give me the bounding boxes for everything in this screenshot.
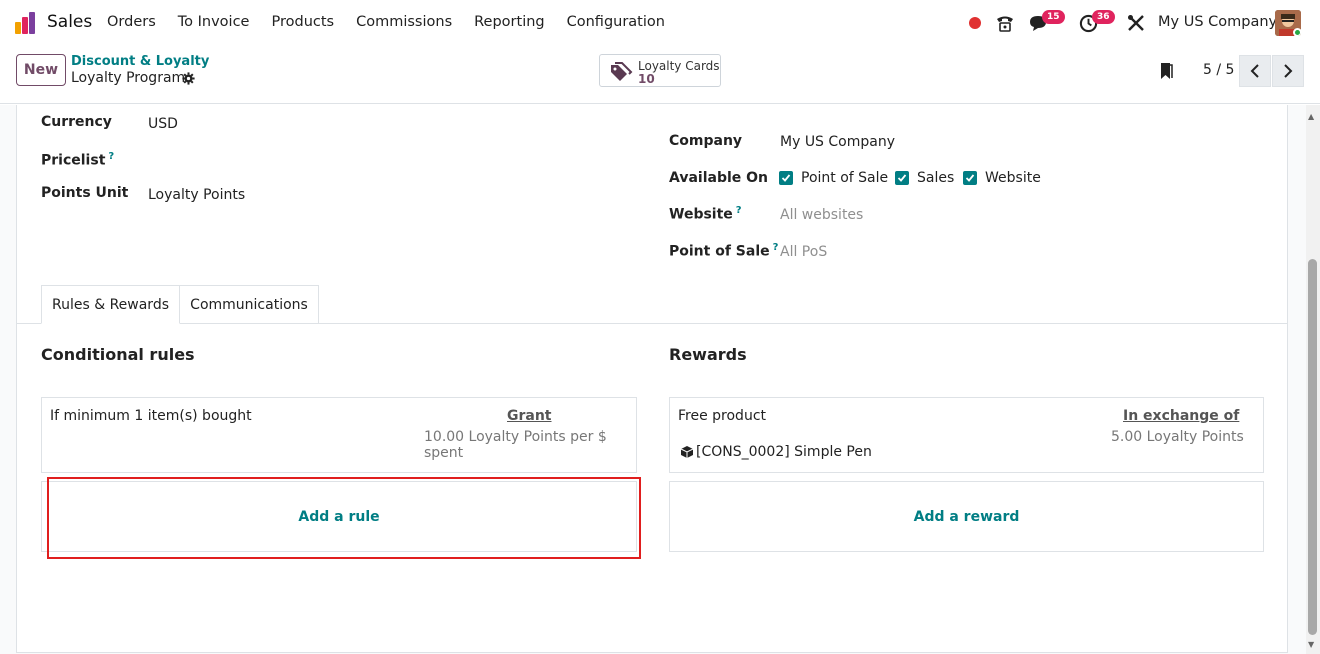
add-reward-label: Add a reward [913,508,1020,525]
reward-card[interactable]: Free product In exchange of 5.00 Loyalty… [669,397,1264,473]
rewards-title: Rewards [669,345,747,364]
gear-icon[interactable] [182,72,195,85]
checkbox-sales-label: Sales [917,170,955,186]
menu-reporting[interactable]: Reporting [474,14,545,30]
website-label-text: Website [669,206,733,223]
points-unit-field[interactable]: Loyalty Points [148,187,245,203]
record-dot-icon [969,17,981,29]
company-field[interactable]: My US Company [780,134,895,150]
menu-to-invoice[interactable]: To Invoice [178,14,250,30]
pager-next-button[interactable] [1272,55,1304,87]
activity-badge: 36 [1092,10,1115,24]
add-reward-button[interactable]: Add a reward [669,481,1264,552]
user-avatar[interactable] [1275,10,1301,36]
checkbox-point-of-sale[interactable] [779,171,793,185]
reward-text: Free product [678,408,767,424]
checkbox-sales[interactable] [895,171,909,185]
reward-exchange-value: 5.00 Loyalty Points [1111,429,1244,445]
website-label: Website? [669,205,742,223]
highlight-box [47,477,641,559]
tab-communications[interactable]: Communications [179,285,319,324]
point-of-sale-field[interactable]: All PoS [780,244,827,260]
menu-orders[interactable]: Orders [107,14,156,30]
point-of-sale-help-icon[interactable]: ? [773,242,779,253]
tags-icon [611,62,633,81]
pricelist-label: Pricelist? [41,151,114,169]
tab-rules-rewards[interactable]: Rules & Rewards [41,285,180,324]
top-navbar: Sales Orders To Invoice Products Commiss… [0,0,1320,46]
menu-configuration[interactable]: Configuration [567,14,665,30]
pricelist-help-icon[interactable]: ? [108,151,114,162]
check-icon [781,174,791,182]
scroll-up-icon[interactable]: ▲ [1308,112,1314,121]
company-switcher[interactable]: My US Company [1158,14,1277,30]
online-status-dot [1293,28,1301,36]
scroll-down-icon[interactable]: ▼ [1308,640,1314,649]
breadcrumb-current: Loyalty Program [71,70,186,86]
reward-exchange-label: In exchange of [1123,408,1240,424]
new-button[interactable]: New [16,54,66,86]
website-help-icon[interactable]: ? [736,205,742,216]
pager-previous-button[interactable] [1239,55,1271,87]
conditional-rules-title: Conditional rules [41,345,195,364]
menu-products[interactable]: Products [271,14,334,30]
smart-button-label: Loyalty Cards [638,59,720,73]
tools-icon[interactable] [1127,14,1145,32]
company-label: Company [669,133,743,149]
rule-grant-label: Grant [507,408,552,424]
sales-app-icon[interactable] [14,12,38,34]
currency-value[interactable]: USD [148,116,178,132]
menu-commissions[interactable]: Commissions [356,14,452,30]
main-menu: Orders To Invoice Products Commissions R… [107,14,687,30]
phone-icon[interactable] [995,13,1015,33]
product-box-icon [680,446,694,458]
chevron-left-icon [1250,64,1259,78]
control-panel: New Discount & Loyalty Loyalty Program L… [0,46,1320,104]
reward-product: [CONS_0002] Simple Pen [696,444,872,460]
website-field[interactable]: All websites [780,207,863,223]
available-on-label: Available On [669,170,769,186]
checkbox-website-label: Website [985,170,1041,186]
loyalty-cards-button[interactable]: Loyalty Cards 10 [599,54,721,87]
check-icon [897,174,907,182]
pricelist-label-text: Pricelist [41,152,106,169]
checkbox-website[interactable] [963,171,977,185]
chat-badge: 15 [1042,10,1065,24]
recording-indicator[interactable] [969,0,981,46]
bookmark-icon[interactable] [1158,62,1174,80]
smart-button-value: 10 [638,72,655,86]
pager-value[interactable]: 5 / 5 [1203,62,1234,78]
breadcrumb-parent[interactable]: Discount & Loyalty [71,54,209,69]
rule-grant-value: 10.00 Loyalty Points per $ spent [424,429,607,461]
points-unit-label: Points Unit [41,185,129,201]
check-icon [965,174,975,182]
rule-card[interactable]: If minimum 1 item(s) bought Grant 10.00 … [41,397,637,473]
point-of-sale-label-text: Point of Sale [669,243,770,260]
point-of-sale-label: Point of Sale? [669,242,778,260]
rule-text: If minimum 1 item(s) bought [50,408,252,424]
chevron-right-icon [1284,64,1293,78]
currency-label: Currency [41,114,112,130]
app-name[interactable]: Sales [47,12,92,32]
checkbox-point-of-sale-label: Point of Sale [801,170,889,186]
scrollbar-thumb[interactable] [1308,259,1317,635]
